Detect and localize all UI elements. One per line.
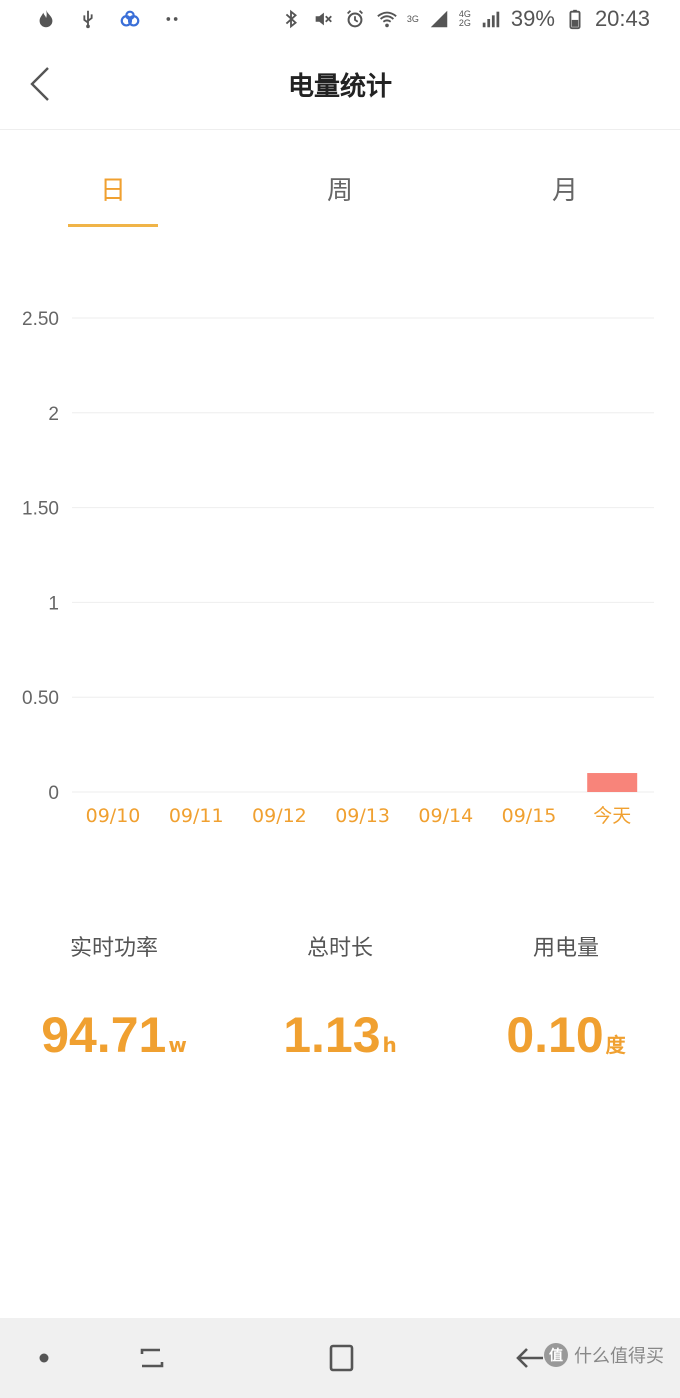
stat-unit: 度 [605, 1033, 626, 1057]
page-title: 电量统计 [287, 72, 392, 102]
stat-label: 用电量 [532, 936, 599, 961]
stat-value: 94.71 [41, 1007, 167, 1063]
y-tick-label: 2.50 [22, 309, 59, 330]
status-right: 3G 4G 2G 39% 20:43 [279, 6, 650, 32]
x-tick-label: 09/11 [169, 805, 224, 827]
tab-week[interactable]: 周 [295, 170, 385, 207]
tab-month[interactable]: 月 [520, 170, 610, 207]
y-tick-label: 0.50 [22, 688, 59, 709]
tab-month-label: 月 [551, 176, 578, 206]
stat-energy-used: 用电量 0.10 度 [466, 930, 666, 1064]
watermark-logo: 值 [544, 1343, 568, 1367]
stat-value: 1.13 [283, 1007, 381, 1063]
bluetooth-icon [279, 7, 303, 31]
header: 电量统计 [0, 38, 680, 130]
bar-6[interactable] [587, 773, 638, 792]
stat-total-duration: 总时长 1.13 h [240, 930, 440, 1064]
x-tick-label: 09/10 [86, 805, 141, 827]
stat-value-row: 0.10 度 [466, 1006, 666, 1064]
tab-day[interactable]: 日 [68, 170, 158, 227]
x-tick-label: 09/13 [335, 805, 390, 827]
flame-icon [34, 7, 58, 31]
y-tick-label: 1.50 [22, 499, 59, 520]
dot-icon [39, 1353, 49, 1363]
network-label-a: 3G [406, 13, 419, 24]
period-tabs: 日 周 月 [0, 150, 680, 230]
x-tick-label: 09/15 [502, 805, 557, 827]
power-chart: 2.50 2 1.50 1 0.50 0 09/10 09/11 09/12 09/13 09/14… [0, 290, 680, 850]
x-tick-label: 09/12 [252, 805, 307, 827]
stat-value: 0.10 [506, 1007, 604, 1063]
y-tick-label: 1 [48, 593, 59, 614]
x-tick-label: 今天 [593, 805, 631, 827]
stat-label: 实时功率 [69, 936, 158, 961]
y-tick-label: 0 [48, 783, 59, 804]
status-time: 20:43 [594, 6, 650, 31]
recent-apps-icon [140, 1348, 164, 1368]
stat-realtime-power: 实时功率 94.71 w [14, 930, 214, 1064]
battery-icon [563, 7, 587, 31]
more-dots-icon [160, 7, 184, 31]
x-tick-label: 09/14 [418, 805, 473, 827]
signal-icon [427, 7, 451, 31]
home-icon [329, 1344, 354, 1372]
network-label-b: 4G 2G [458, 9, 471, 28]
watermark-text: 什么值得买 [574, 1346, 664, 1367]
stat-unit: h [382, 1033, 397, 1057]
tab-day-label: 日 [99, 176, 126, 206]
y-tick-label: 2 [48, 404, 59, 425]
tab-week-label: 周 [326, 176, 353, 206]
chart-svg: 2.50 2 1.50 1 0.50 0 09/10 09/11 09/12 09/13 09/14… [22, 309, 654, 827]
baidu-icon [118, 7, 142, 31]
mute-icon [311, 7, 335, 31]
stat-unit: w [168, 1033, 187, 1057]
usb-icon [76, 7, 100, 31]
watermark: 值 什么值得买 [544, 1342, 664, 1368]
tab-active-underline [68, 224, 158, 227]
stat-value-row: 94.71 w [14, 1006, 214, 1064]
signal-icon-2 [479, 7, 503, 31]
home-button[interactable] [316, 1338, 366, 1378]
wifi-icon [375, 7, 399, 31]
stat-value-row: 1.13 h [240, 1006, 440, 1064]
recent-apps-button[interactable] [127, 1338, 177, 1378]
status-bar: 3G 4G 2G 39% 20:43 [0, 0, 680, 38]
nav-dot-button[interactable] [19, 1338, 69, 1378]
battery-percent: 39% [510, 6, 555, 31]
stat-label: 总时长 [306, 936, 373, 961]
alarm-icon [343, 7, 367, 31]
system-nav-bar: 值 什么值得买 [0, 1318, 680, 1398]
status-left [34, 7, 184, 31]
